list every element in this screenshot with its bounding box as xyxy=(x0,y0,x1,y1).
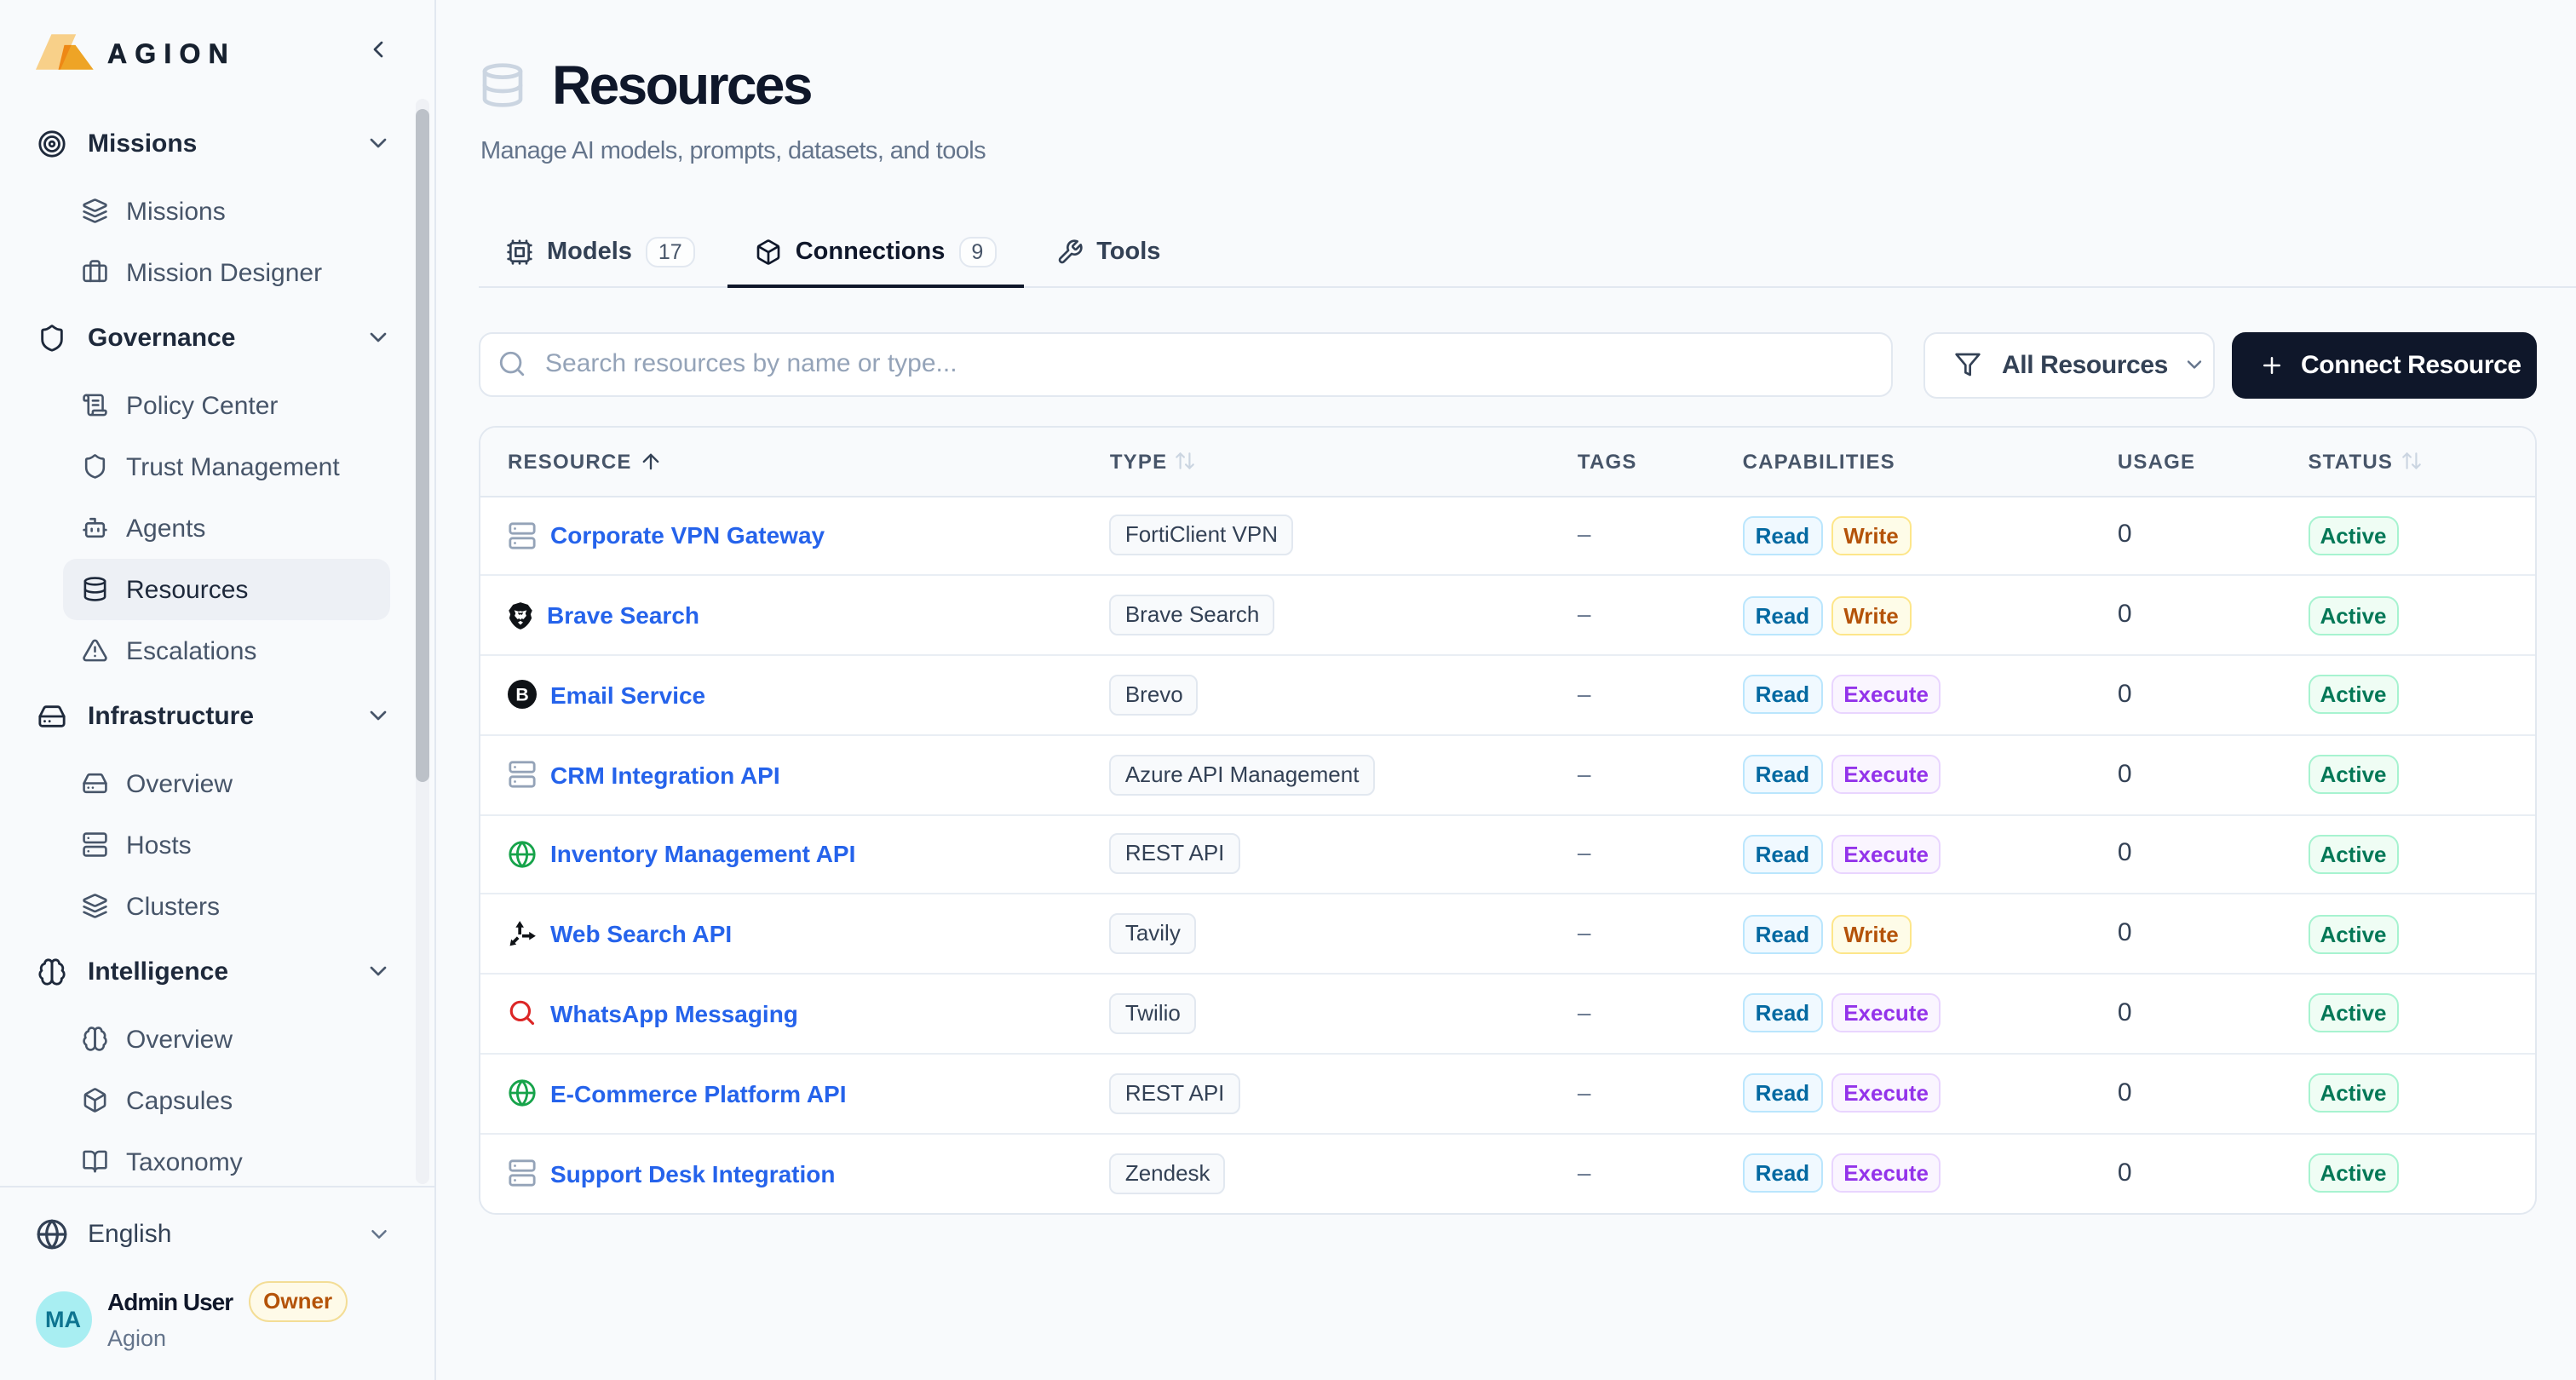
svg-text:B: B xyxy=(515,685,528,705)
